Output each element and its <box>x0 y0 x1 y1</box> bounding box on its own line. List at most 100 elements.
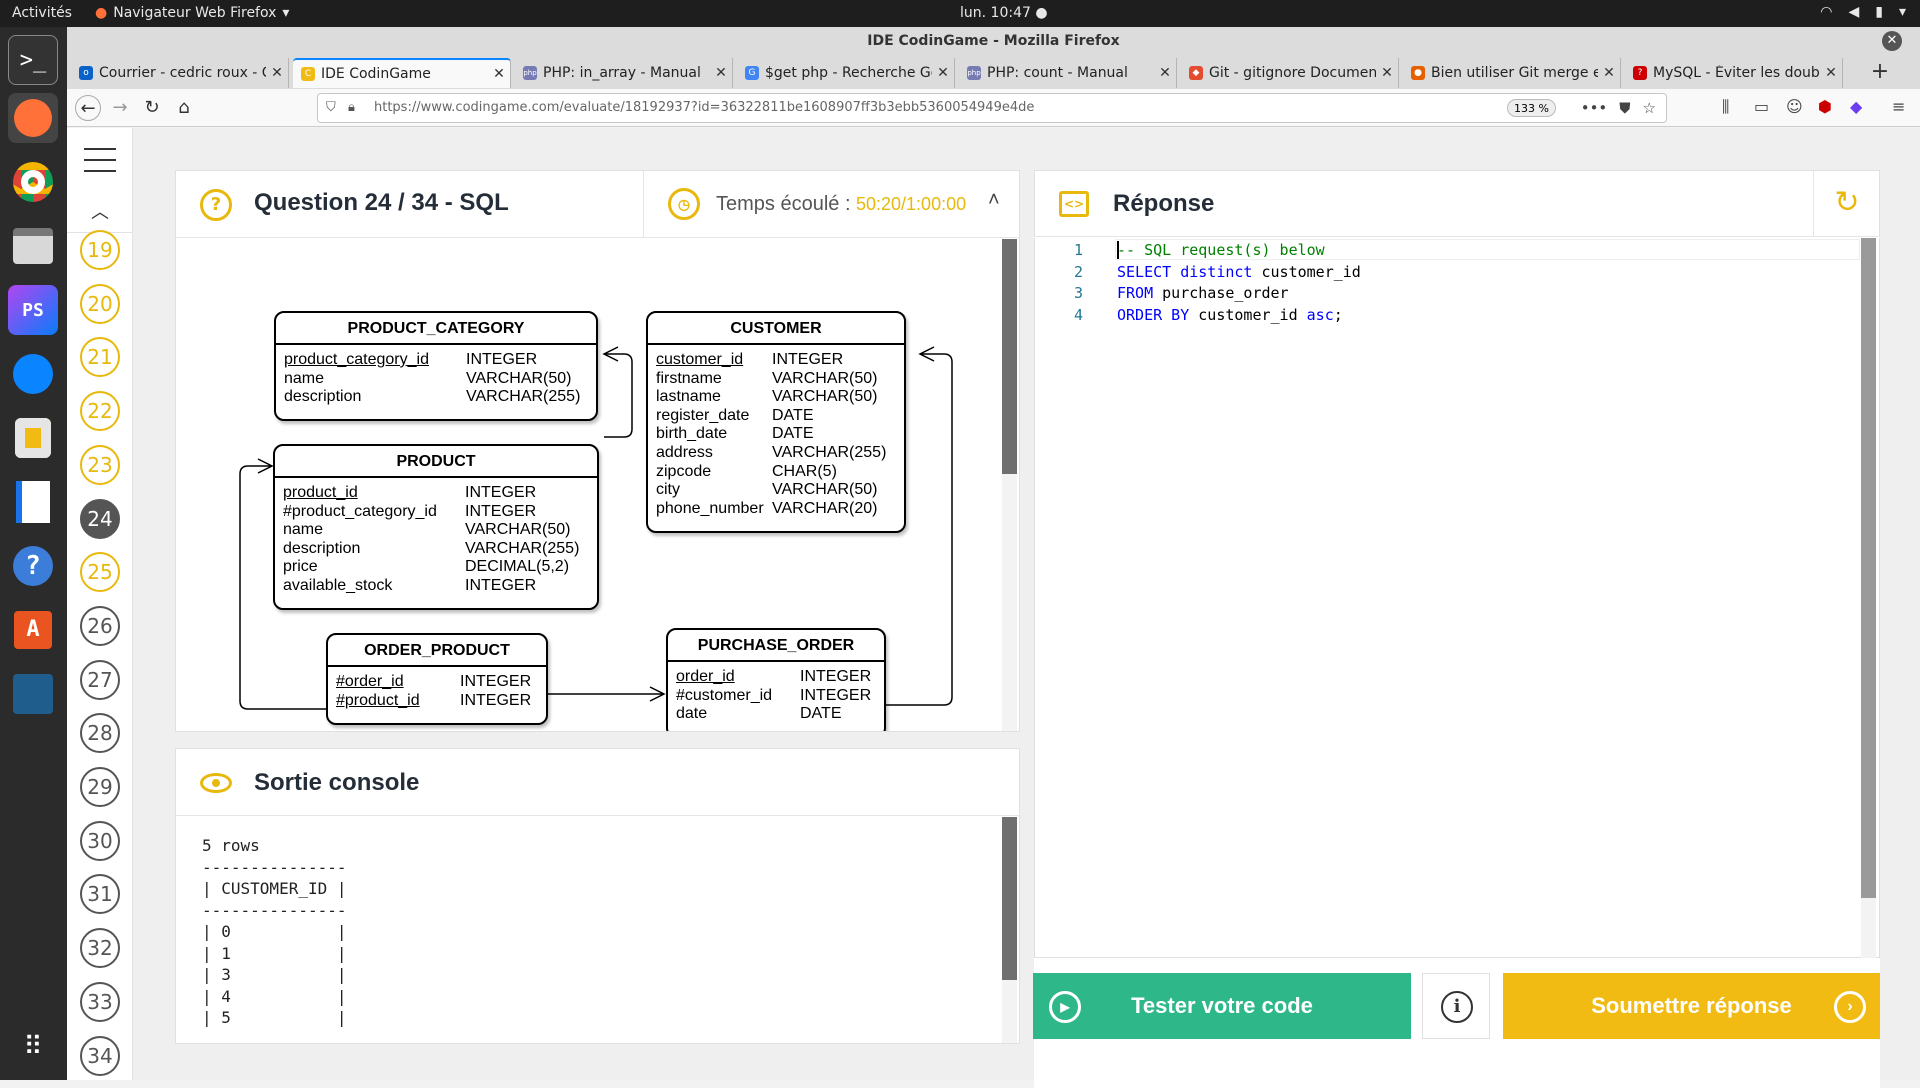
close-icon[interactable]: ✕ <box>710 65 732 81</box>
hamburger-menu-icon[interactable] <box>84 148 116 172</box>
app-menu[interactable]: ● Navigateur Web Firefox ▾ <box>95 5 289 21</box>
close-icon[interactable]: ✕ <box>1154 65 1176 81</box>
question-number-31[interactable]: 31 <box>80 874 120 915</box>
tab-codingame[interactable]: C IDE CodinGame ✕ <box>293 58 511 88</box>
chevron-up-icon[interactable]: ˄ <box>988 189 1000 212</box>
scrollbar-thumb[interactable] <box>1861 238 1876 898</box>
line-number: 4 <box>1073 305 1083 324</box>
timer-value: 50:20/1:00:00 <box>856 194 967 214</box>
shield-icon[interactable]: ⛉ <box>326 94 336 122</box>
thunderbird-icon[interactable] <box>8 349 58 399</box>
url-text[interactable]: https://www.codingame.com/evaluate/18192… <box>374 94 1034 122</box>
close-icon[interactable]: ✕ <box>932 65 954 81</box>
software-center-icon[interactable]: A <box>8 605 58 655</box>
clock[interactable]: lun. 10:47 ● <box>960 5 1048 21</box>
close-icon[interactable]: ✕ <box>488 66 510 82</box>
terminal-icon[interactable]: >_ <box>8 35 58 85</box>
question-number-24[interactable]: 24 <box>80 498 120 539</box>
home-button[interactable]: ⌂ <box>171 95 197 121</box>
close-icon[interactable]: ✕ <box>1376 65 1398 81</box>
writer-icon[interactable] <box>8 477 58 527</box>
files-icon[interactable] <box>8 221 58 271</box>
menu-icon[interactable]: ≡ <box>1892 97 1905 116</box>
close-icon[interactable]: ✕ <box>1598 65 1620 81</box>
pocket-icon[interactable]: ⛊ <box>1619 94 1630 122</box>
system-tray[interactable]: ◠ ◀ ▮ ▾ <box>1820 4 1906 20</box>
question-number-22[interactable]: 22 <box>80 391 120 432</box>
back-button[interactable]: ← <box>75 95 101 121</box>
info-button[interactable]: i <box>1422 973 1490 1039</box>
url-bar[interactable]: ⛉ 🔒︎ https://www.codingame.com/evaluate/… <box>317 93 1667 123</box>
sidebar-icon[interactable]: ▭ <box>1754 97 1769 116</box>
scrollbar-thumb[interactable] <box>1002 239 1017 474</box>
library-icon[interactable]: ⫼ <box>1722 97 1729 117</box>
reload-button[interactable]: ↻ <box>139 95 165 121</box>
question-number-19[interactable]: 19 <box>80 230 120 270</box>
question-number-32[interactable]: 32 <box>80 928 120 969</box>
column-name: product_category_id <box>284 351 429 368</box>
reset-icon[interactable]: ↻ <box>1813 171 1880 237</box>
column-name: name <box>284 369 325 387</box>
column-type: DATE <box>772 425 814 443</box>
table-column-row: city VARCHAR(50) <box>648 481 904 500</box>
question-header: ? Question 24 / 34 - SQL ◷ Temps écoulé … <box>176 171 1019 238</box>
chrome-icon[interactable] <box>8 157 58 207</box>
page-content: ︿ 19 20 21 22 23 24 25 26 27 28 29 30 31 32 33 34 ? Que… <box>67 128 1920 1088</box>
question-number-21[interactable]: 21 <box>80 337 120 378</box>
column-type: DECIMAL(5,2) <box>465 558 570 576</box>
account-icon[interactable]: ☺ <box>1786 97 1803 116</box>
submit-answer-button[interactable]: Soumettre réponse › <box>1503 973 1880 1039</box>
tab-google-search[interactable]: G $get php - Recherche Go ✕ <box>737 58 955 88</box>
phpstorm-icon[interactable]: PS <box>8 285 58 335</box>
code-editor[interactable]: 1 2 3 4 -- SQL request(s) below SELECT d… <box>1034 238 1880 958</box>
close-icon[interactable]: ✕ <box>1820 65 1842 81</box>
zoom-level[interactable]: 133 % <box>1507 99 1556 117</box>
question-number-26[interactable]: 26 <box>80 605 120 646</box>
scrollbar-thumb[interactable] <box>1002 817 1017 980</box>
editor-scrollbar[interactable] <box>1861 238 1876 958</box>
console-panel: Sortie console 5 rows --------------- | CU… <box>175 748 1020 1044</box>
console-scrollbar[interactable] <box>1002 817 1017 1043</box>
lock-icon[interactable]: 🔒︎ <box>348 94 355 122</box>
column-type: VARCHAR(255) <box>466 388 581 406</box>
question-number-29[interactable]: 29 <box>80 767 120 807</box>
question-number-25[interactable]: 25 <box>80 552 120 593</box>
question-number-20[interactable]: 20 <box>80 283 120 324</box>
rhythmbox-icon[interactable] <box>8 413 58 463</box>
code-text[interactable]: -- SQL request(s) below SELECT distinct … <box>1117 240 1361 326</box>
close-icon[interactable]: ✕ <box>266 65 288 81</box>
column-name: #customer_id <box>676 686 773 704</box>
activities-button[interactable]: Activités <box>12 5 72 21</box>
diagram-scrollbar[interactable] <box>1002 239 1017 731</box>
chevron-up-icon[interactable]: ︿ <box>67 198 133 233</box>
firefox-icon[interactable] <box>8 93 58 143</box>
tab-git-merge[interactable]: ● Bien utiliser Git merge et ✕ <box>1403 58 1621 88</box>
question-number-33[interactable]: 33 <box>80 981 120 1022</box>
table-column-row: name VARCHAR(50) <box>275 521 597 540</box>
tab-php-count[interactable]: php PHP: count - Manual ✕ <box>959 58 1177 88</box>
question-number-27[interactable]: 27 <box>80 659 120 700</box>
new-tab-button[interactable]: + <box>1867 59 1893 85</box>
bookmark-star-icon[interactable]: ☆ <box>1643 94 1656 122</box>
console-line: | 1 | <box>202 943 347 963</box>
test-code-button[interactable]: ▶ Tester votre code <box>1033 973 1411 1039</box>
page-actions-icon[interactable]: ••• <box>1581 94 1608 122</box>
close-window-icon[interactable]: ✕ <box>1882 31 1902 51</box>
tab-php-in-array[interactable]: php PHP: in_array - Manual ✕ <box>515 58 733 88</box>
forward-button[interactable]: → <box>107 95 133 121</box>
timer[interactable]: ◷ Temps écoulé : 50:20/1:00:00 ˄ <box>643 171 1019 238</box>
volume-icon: ◀ <box>1848 4 1860 20</box>
tab-mysql[interactable]: ? MySQL - Éviter les doubl ✕ <box>1625 58 1843 88</box>
question-number-30[interactable]: 30 <box>80 820 120 861</box>
question-number-28[interactable]: 28 <box>80 713 120 754</box>
mysql-workbench-icon[interactable] <box>8 669 58 719</box>
question-number-23[interactable]: 23 <box>80 444 120 485</box>
extension-icon[interactable]: ◆ <box>1850 97 1862 116</box>
adblock-icon[interactable]: ⬢ <box>1818 97 1832 116</box>
help-icon[interactable]: ? <box>8 541 58 591</box>
question-number-34[interactable]: 34 <box>80 1035 120 1076</box>
tab-favicon: ? <box>1633 66 1647 80</box>
tab-mail[interactable]: o Courrier - cedric roux - C ✕ <box>71 58 289 88</box>
show-apps-icon[interactable]: ⠿ <box>8 1022 58 1072</box>
tab-git-gitignore[interactable]: ◆ Git - gitignore Document ✕ <box>1181 58 1399 88</box>
